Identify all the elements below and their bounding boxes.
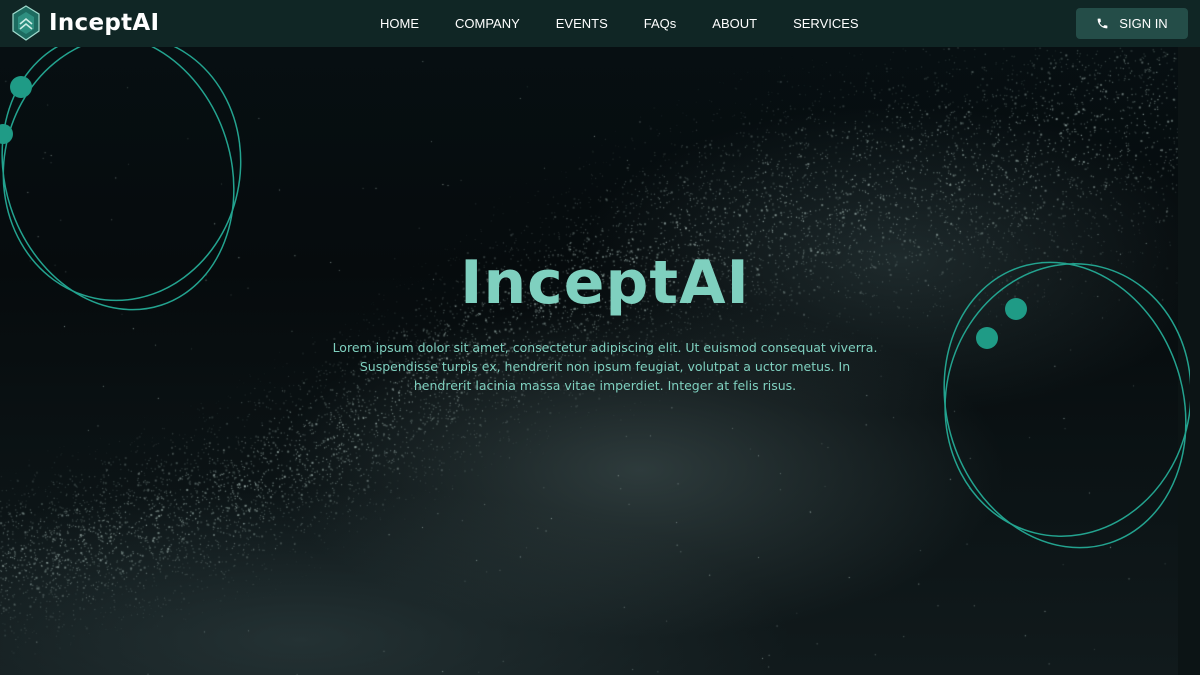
nav-faqs[interactable]: FAQs bbox=[626, 16, 695, 31]
shield-logo-icon bbox=[12, 5, 40, 41]
nav-company[interactable]: COMPANY bbox=[437, 16, 538, 31]
brand[interactable]: InceptAI bbox=[12, 5, 159, 41]
nav-home[interactable]: HOME bbox=[362, 16, 437, 31]
hero-title: InceptAI bbox=[460, 248, 750, 318]
nav-events[interactable]: EVENTS bbox=[538, 16, 626, 31]
nav-about[interactable]: ABOUT bbox=[694, 16, 775, 31]
hero-description: Lorem ipsum dolor sit amet, consectetur … bbox=[332, 340, 878, 393]
phone-icon bbox=[1097, 18, 1108, 29]
nav-services[interactable]: SERVICES bbox=[775, 16, 877, 31]
sign-in-button[interactable]: SIGN IN bbox=[1076, 8, 1188, 39]
orbit-dot bbox=[10, 76, 32, 98]
main-nav: HOME COMPANY EVENTS FAQs ABOUT SERVICES bbox=[362, 0, 877, 47]
orbit-dot bbox=[976, 327, 998, 349]
sign-in-label: SIGN IN bbox=[1119, 16, 1168, 31]
top-navbar: InceptAI HOME COMPANY EVENTS FAQs ABOUT … bbox=[0, 0, 1200, 47]
brand-name: InceptAI bbox=[49, 10, 160, 36]
landing-page: InceptAI HOME COMPANY EVENTS FAQs ABOUT … bbox=[0, 0, 1200, 675]
